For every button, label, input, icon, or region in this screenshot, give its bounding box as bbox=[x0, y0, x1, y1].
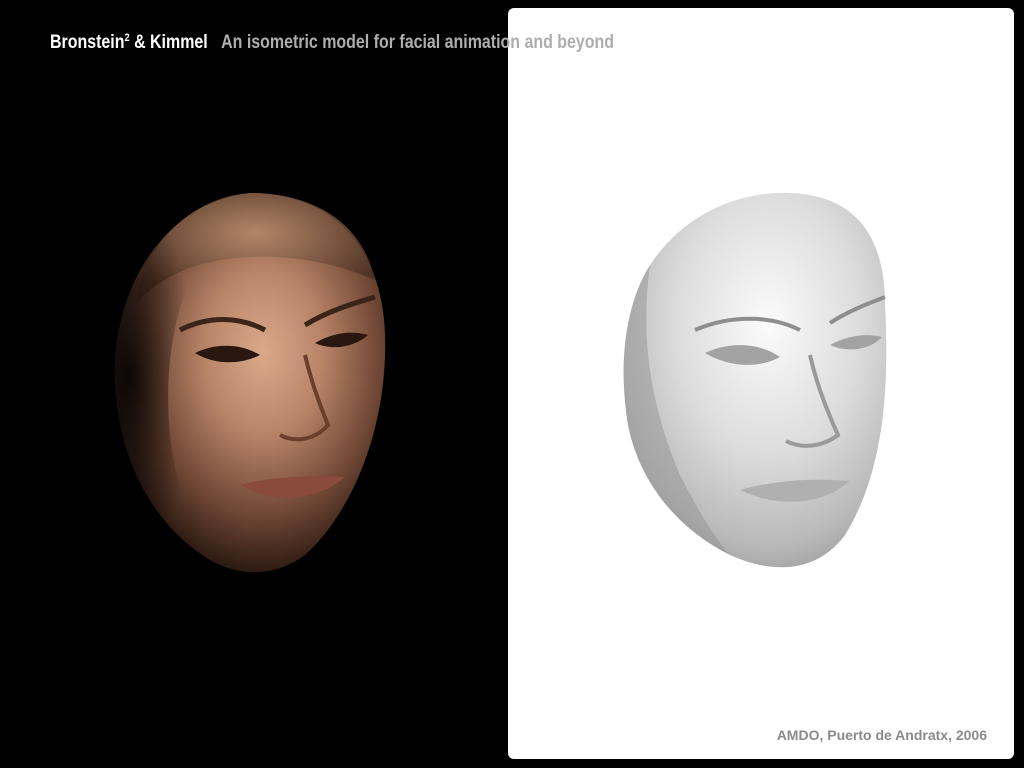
authors: Bronstein2 & Kimmel bbox=[50, 32, 208, 53]
face-photo-image bbox=[114, 193, 386, 573]
slide-header: Bronstein2 & Kimmel An isometric model fo… bbox=[50, 32, 614, 56]
conference-footer: AMDO, Puerto de Andratx, 2006 bbox=[776, 727, 987, 743]
slide-title: An isometric model for facial animation … bbox=[221, 32, 615, 53]
authors-suffix: & Kimmel bbox=[129, 32, 208, 53]
slide: Bronstein2 & Kimmel An isometric model fo… bbox=[0, 0, 1024, 768]
face-render-image bbox=[623, 192, 887, 568]
authors-prefix: Bronstein bbox=[50, 32, 125, 53]
